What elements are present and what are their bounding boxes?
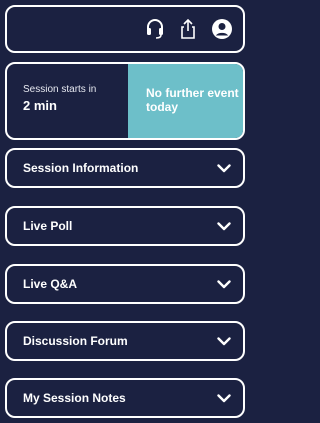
chevron-down-icon — [217, 380, 231, 416]
top-toolbar — [5, 5, 245, 53]
section-session-information[interactable]: Session Information — [5, 148, 245, 188]
chevron-down-icon — [217, 266, 231, 302]
section-label: Session Information — [23, 161, 139, 175]
section-my-session-notes[interactable]: My Session Notes — [5, 378, 245, 418]
session-status-card: Session starts in 2 min No further event… — [5, 62, 245, 140]
session-starts-label: Session starts in — [23, 84, 97, 95]
session-starts-value: 2 min — [23, 98, 57, 113]
section-live-poll[interactable]: Live Poll — [5, 206, 245, 246]
headset-icon[interactable] — [145, 18, 165, 40]
session-countdown: Session starts in 2 min — [7, 64, 127, 138]
section-label: Live Poll — [23, 219, 73, 233]
toolbar-icons — [145, 7, 233, 51]
section-label: Discussion Forum — [23, 334, 128, 348]
account-icon[interactable] — [211, 18, 233, 40]
section-live-qa[interactable]: Live Q&A — [5, 264, 245, 304]
chevron-down-icon — [217, 323, 231, 359]
section-discussion-forum[interactable]: Discussion Forum — [5, 321, 245, 361]
next-event-status: No further event today — [128, 64, 243, 138]
chevron-down-icon — [217, 150, 231, 186]
section-label: Live Q&A — [23, 277, 78, 291]
chevron-down-icon — [217, 208, 231, 244]
section-label: My Session Notes — [23, 391, 126, 405]
share-icon[interactable] — [179, 18, 197, 40]
